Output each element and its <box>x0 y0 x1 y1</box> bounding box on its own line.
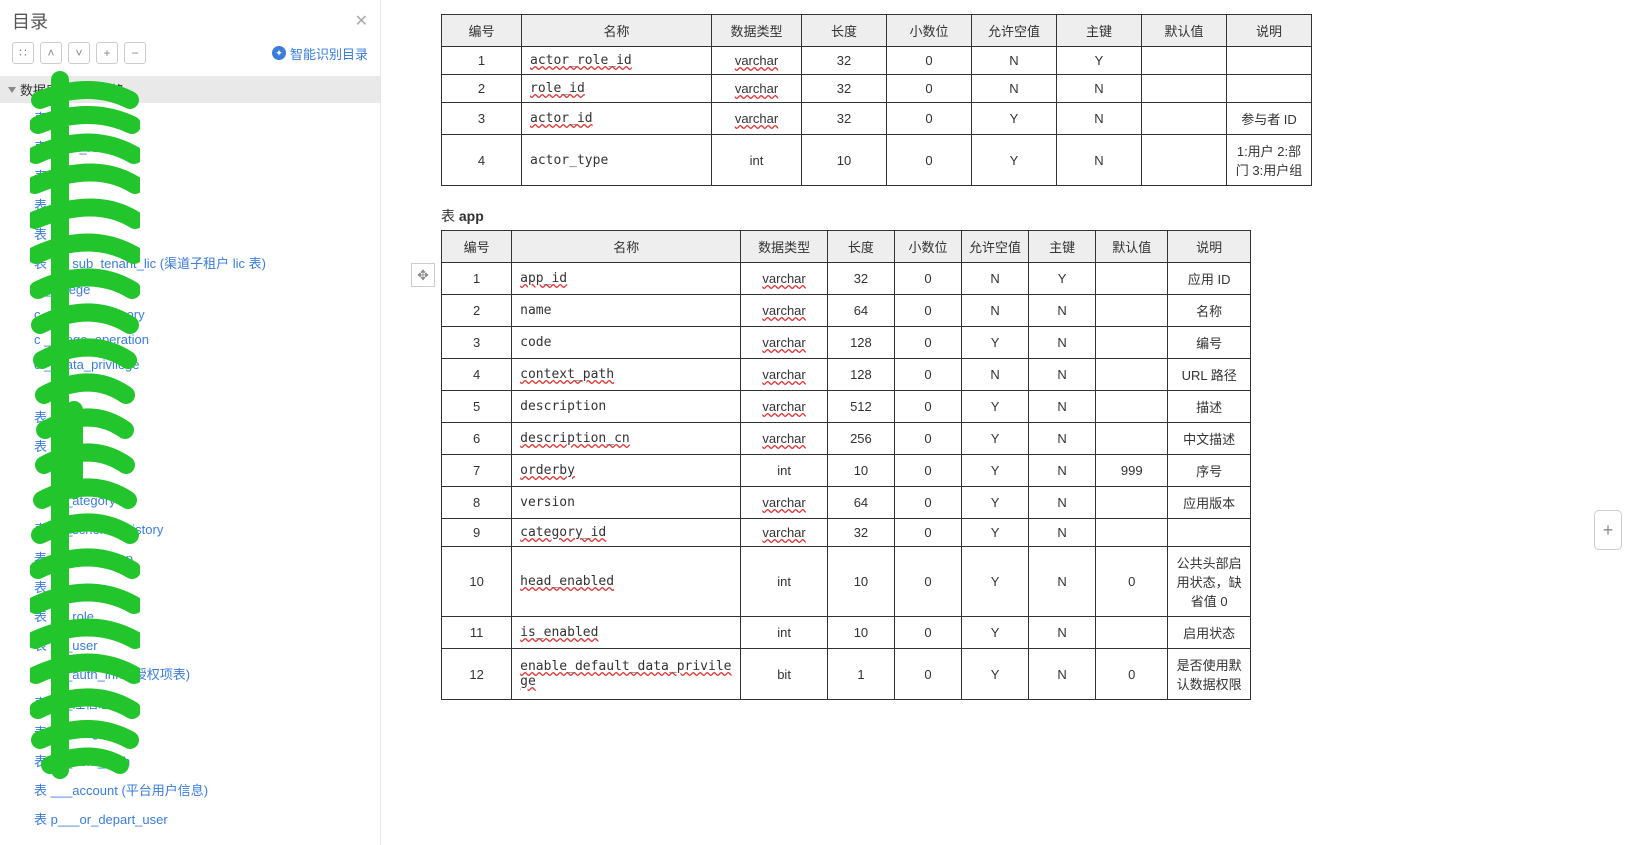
table-row: 5descriptionvarchar5120YN描述 <box>442 391 1251 423</box>
table-row: 3actor_idvarchar320YN参与者 ID <box>442 103 1312 135</box>
field-name: code <box>512 327 741 359</box>
table-row: 10head_enabledint100YN0公共头部启用状态，缺省值 0 <box>442 547 1251 617</box>
tool-remove-icon[interactable]: − <box>124 42 146 64</box>
tree-item[interactable]: 表 ___vilege <box>0 717 380 746</box>
table-row: 7orderbyint100YN999序号 <box>442 455 1251 487</box>
col-header: 小数位 <box>894 231 961 263</box>
tool-down-icon[interactable]: ˅ <box>68 42 90 64</box>
field-name: app_id <box>512 263 741 295</box>
sidebar: 目录 ✕ ∷ ˄ ˅ + − ✦ 智能识别目录 数据库表结构文格 表 Sheet… <box>0 0 381 845</box>
field-name: actor_type <box>522 135 712 186</box>
tree-item[interactable]: 表 ___depart <box>0 190 380 219</box>
field-name: context_path <box>512 359 741 391</box>
close-icon[interactable]: ✕ <box>355 11 368 31</box>
col-header: 名称 <box>522 15 712 47</box>
field-name: is_enabled <box>512 617 741 649</box>
field-name: category_id <box>512 519 741 547</box>
tree-item[interactable] <box>0 460 380 485</box>
col-header: 编号 <box>442 231 512 263</box>
col-header: 说明 <box>1227 15 1312 47</box>
table-row: 1actor_role_idvarchar320NY <box>442 47 1312 75</box>
field-name: actor_role_id <box>522 47 712 75</box>
tree-item[interactable]: 表 ___schema_history <box>0 514 380 543</box>
tree-item[interactable]: c ___lege <box>0 277 380 302</box>
field-name: enable_default_data_privilege <box>512 649 741 700</box>
sidebar-title: 目录 <box>12 8 48 34</box>
table-row: 11is_enabledint100YN启用状态 <box>442 617 1251 649</box>
col-header: 允许空值 <box>972 15 1057 47</box>
table-row: 12enable_default_data_privilegebit10YN0是… <box>442 649 1251 700</box>
table-row: 9category_idvarchar320YN <box>442 519 1251 547</box>
smart-recognize-button[interactable]: ✦ 智能识别目录 <box>272 44 368 63</box>
table-row: 3codevarchar1280YN编号 <box>442 327 1251 359</box>
smart-label: 智能识别目录 <box>290 44 368 63</box>
tool-up-icon[interactable]: ˄ <box>40 42 62 64</box>
col-header: 小数位 <box>887 15 972 47</box>
tree-item[interactable]: 表 p___or_depart_user <box>0 804 380 833</box>
document-main: 编号名称数据类型长度小数位允许空值主键默认值说明1actor_role_idva… <box>381 0 1628 845</box>
schema-table-2: 编号名称数据类型长度小数位允许空值主键默认值说明1app_idvarchar32… <box>441 230 1251 700</box>
field-name: version <box>512 487 741 519</box>
tree-item[interactable]: 表 actor_role <box>0 132 380 161</box>
chevron-down-icon <box>8 87 16 93</box>
col-header: 主键 <box>1029 231 1096 263</box>
side-add-button[interactable]: + <box>1594 510 1622 550</box>
tree-item[interactable]: c ___ege_operation <box>0 327 380 352</box>
tree-item[interactable]: 表 ___ategory <box>0 485 380 514</box>
tree-item[interactable]: 表 ___account (平台用户信息) <box>0 775 380 804</box>
tree-item[interactable]: 表 ___nent_auth <box>0 746 380 775</box>
col-header: 默认值 <box>1096 231 1168 263</box>
col-header: 名称 <box>512 231 741 263</box>
tool-text-icon[interactable]: ∷ <box>12 42 34 64</box>
field-name: role_id <box>522 75 712 103</box>
table-row: 4actor_typeint100YN1:用户 2:部门 3:用户组 <box>442 135 1312 186</box>
field-name: orderby <box>512 455 741 487</box>
table-row: 2role_idvarchar320NN <box>442 75 1312 103</box>
tree-item[interactable]: 表 <box>0 161 380 190</box>
field-name: description <box>512 391 741 423</box>
table-row: 8versionvarchar640YN应用版本 <box>442 487 1251 519</box>
field-name: actor_id <box>522 103 712 135</box>
col-header: 说明 <box>1168 231 1251 263</box>
tree-item[interactable]: 表 ___user <box>0 431 380 460</box>
tree-item[interactable]: 表 <box>0 219 380 248</box>
tree-item[interactable]: c ___ege_category <box>0 302 380 327</box>
field-name: name <box>512 295 741 327</box>
col-header: 编号 <box>442 15 522 47</box>
col-header: 主键 <box>1057 15 1142 47</box>
col-header: 长度 <box>827 231 894 263</box>
tree-item[interactable]: 表 ___user <box>0 630 380 659</box>
tree-item[interactable]: 表 ___注信息) <box>0 688 380 717</box>
col-header: 长度 <box>802 15 887 47</box>
col-header: 默认值 <box>1142 15 1227 47</box>
col-header: 数据类型 <box>712 15 802 47</box>
table-row: 2namevarchar640NN名称 <box>442 295 1251 327</box>
spark-icon: ✦ <box>272 46 286 60</box>
schema-table-1: 编号名称数据类型长度小数位允许空值主键默认值说明1actor_role_idva… <box>441 14 1312 186</box>
table-row: 4context_pathvarchar1280NNURL 路径 <box>442 359 1251 391</box>
field-name: description_cn <box>512 423 741 455</box>
field-name: head_enabled <box>512 547 741 617</box>
tree-item[interactable]: 表 Sheet <box>0 103 380 132</box>
tree-item[interactable]: c ___ata_privilege <box>0 352 380 377</box>
table-row: 1app_idvarchar320NY应用 ID <box>442 263 1251 295</box>
table-row: 6description_cnvarchar2560YN中文描述 <box>442 423 1251 455</box>
tree-item[interactable]: 表 ___group <box>0 402 380 431</box>
tree-item[interactable]: 表 ___auth_info (授权项表) <box>0 659 380 688</box>
toc-tree: 数据库表结构文格 表 Sheet表 actor_role表表 ___depart… <box>0 72 380 845</box>
move-handle-icon[interactable]: ✥ <box>411 263 435 287</box>
section-title-app: 表 app <box>441 206 1568 226</box>
tree-item[interactable] <box>0 377 380 402</box>
tree-item[interactable]: 表 ___l_role_app <box>0 543 380 572</box>
col-header: 数据类型 <box>741 231 828 263</box>
tree-item[interactable]: 表 ___sub_tenant_lic (渠道子租户 lic 表) <box>0 248 380 277</box>
tree-item[interactable]: 表 <box>0 572 380 601</box>
tree-root-label: 数据库表结构文格 <box>20 80 124 99</box>
tree-item[interactable]: 表 ___role <box>0 601 380 630</box>
tree-root[interactable]: 数据库表结构文格 <box>0 76 380 103</box>
col-header: 允许空值 <box>962 231 1029 263</box>
tool-add-icon[interactable]: + <box>96 42 118 64</box>
